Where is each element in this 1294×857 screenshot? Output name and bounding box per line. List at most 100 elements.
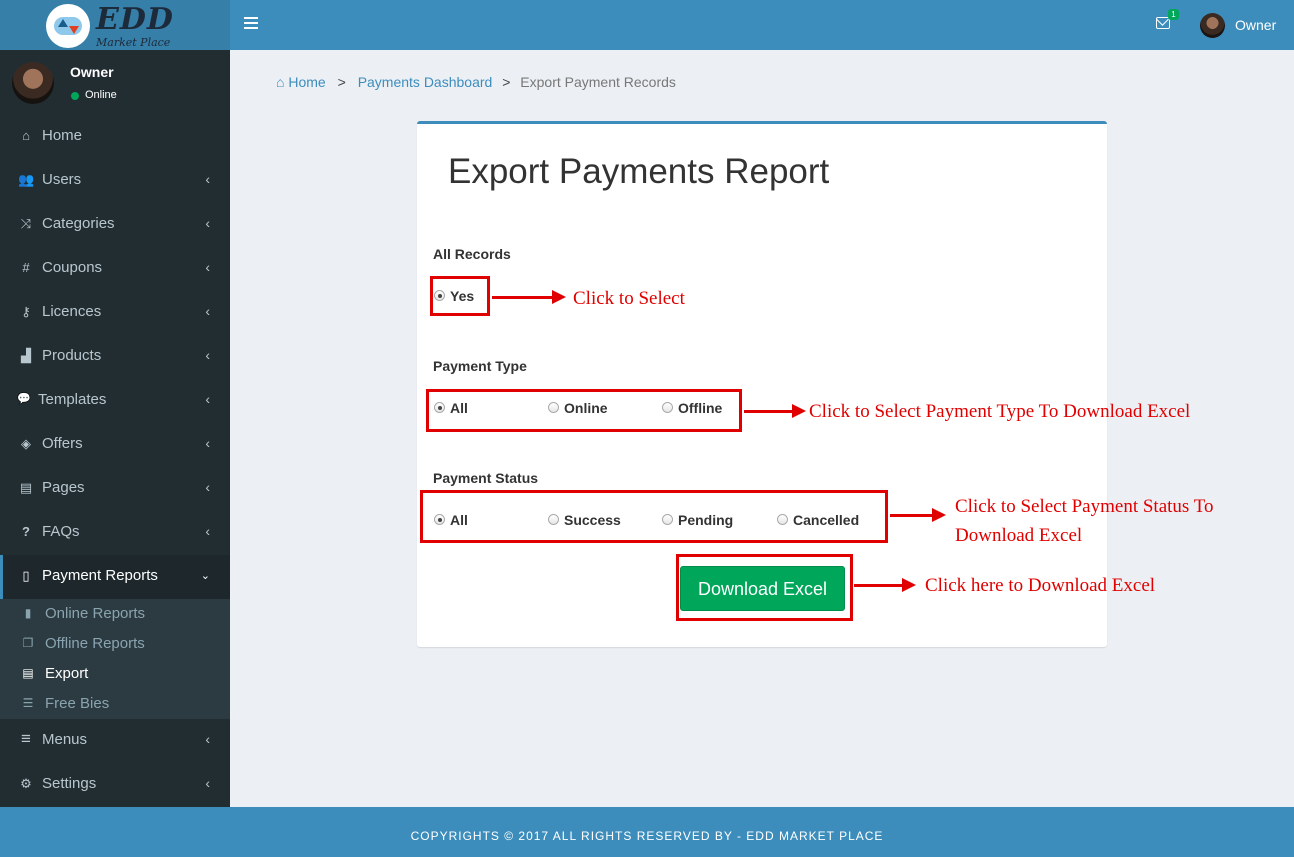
annotation-payment-type: Click to Select Payment Type To Download… [809,401,1191,422]
sidebar-item-label: Products [42,347,102,364]
sidebar: Owner Online ⌂ Home 👥 Users ‹ ⤨ Categori… [0,50,230,807]
sidebar-item-label: Menus [42,731,88,748]
tags-icon: ◈ [21,436,31,451]
sidebar-item-label: Users [42,171,82,188]
payment-type-label: Payment Type [433,358,527,374]
annotation-payment-status-line2: Download Excel [955,525,1083,546]
gear-icon: ⚙ [20,776,32,791]
sidebar-item-licences[interactable]: ⚷ Licences ‹ [0,291,230,335]
file-icon: ▮ [24,606,32,620]
sidebar-item-products[interactable]: ▟ Products ‹ [0,335,230,379]
annotation-box-payment-status [420,490,888,543]
breadcrumb: ⌂ Home > Payments Dashboard > Export Pay… [276,74,676,90]
sidebar-item-label: Categories [42,215,115,232]
online-status-icon [71,92,79,100]
sidebar-item-faqs[interactable]: ? FAQs ‹ [0,511,230,555]
chevron-left-icon: ‹ [205,731,210,747]
chevron-down-icon: ⌄ [200,570,210,582]
breadcrumb-separator: > [337,74,346,90]
annotation-box-payment-type [426,389,742,432]
logo[interactable]: EDD Market Place [0,0,230,50]
annotation-arrow [744,404,806,418]
list-alt-icon: ☰ [22,696,34,710]
chevron-left-icon: ‹ [205,215,210,231]
annotation-arrow [890,508,946,522]
user-name: Owner [70,64,114,80]
breadcrumb-home-label: Home [288,74,326,90]
annotation-arrow [854,578,916,592]
home-icon: ⌂ [22,128,30,143]
submenu-item-export[interactable]: ▤ Export [0,659,230,689]
annotation-download: Click here to Download Excel [925,575,1156,596]
sidebar-item-label: Coupons [42,259,103,276]
sidebar-item-label: Offers [42,435,83,452]
sidebar-item-label: FAQs [42,523,80,540]
sidebar-item-users[interactable]: 👥 Users ‹ [0,159,230,203]
sidebar-item-home[interactable]: ⌂ Home [0,115,230,159]
annotation-select: Click to Select [573,288,685,309]
submenu-item-label: Free Bies [45,695,110,712]
hashtag-icon: # [22,260,30,275]
payment-status-label: Payment Status [433,470,539,486]
sidebar-item-categories[interactable]: ⤨ Categories ‹ [0,203,230,247]
chevron-left-icon: ‹ [205,303,210,319]
user-panel: Owner Online [0,50,230,115]
sidebar-item-label: Settings [42,775,97,792]
header-user-name[interactable]: Owner [1235,17,1276,33]
bars-icon: ≡ [21,729,31,748]
shopping-bag-icon: ▟ [21,348,31,363]
chevron-left-icon: ‹ [205,435,210,451]
top-navbar: 1 Owner [230,0,1294,50]
sidebar-item-settings[interactable]: ⚙ Settings ‹ [0,763,230,807]
sidebar-item-label: Pages [42,479,85,496]
chevron-left-icon: ‹ [205,259,210,275]
question-icon: ? [22,524,30,539]
chevron-left-icon: ‹ [205,775,210,791]
submenu-item-offline-reports[interactable]: ❐ Offline Reports [0,629,230,659]
sidebar-item-templates[interactable]: 💬 Templates ‹ [0,379,230,423]
key-icon: ⚷ [21,304,31,319]
sidebar-item-label: Payment Reports [42,567,158,584]
sidebar-item-label: Templates [38,391,107,408]
page-title: Export Payments Report [448,152,830,191]
submenu-item-label: Export [45,665,89,682]
chevron-left-icon: ‹ [205,391,210,407]
breadcrumb-current: Export Payment Records [520,74,676,90]
sidebar-item-coupons[interactable]: # Coupons ‹ [0,247,230,291]
home-icon: ⌂ [276,74,285,90]
chevron-left-icon: ‹ [205,523,210,539]
file-text-icon: ▤ [19,480,33,495]
copy-icon: ❐ [22,636,34,650]
sidebar-item-menus[interactable]: ≡ Menus ‹ [0,719,230,763]
annotation-payment-status-line1: Click to Select Payment Status To [955,496,1214,517]
breadcrumb-separator: > [502,74,511,90]
comment-icon: 💬 [17,393,31,405]
sidebar-item-offers[interactable]: ◈ Offers ‹ [0,423,230,467]
payment-reports-submenu: ▮ Online Reports ❐ Offline Reports ▤ Exp… [0,599,230,719]
annotation-box-download [676,554,853,621]
avatar [12,62,54,104]
annotation-box-all-records [430,276,490,316]
random-icon: ⤨ [20,216,32,231]
mail-count-badge: 1 [1168,9,1179,20]
sidebar-toggle-icon[interactable] [244,17,258,29]
avatar[interactable] [1200,13,1225,38]
logo-subtitle: Market Place [96,36,171,49]
sidebar-item-payment-reports[interactable]: ▯ Payment Reports ⌄ [0,555,230,599]
submenu-item-online-reports[interactable]: ▮ Online Reports [0,599,230,629]
all-records-label: All Records [433,246,511,262]
annotation-arrow [492,290,566,304]
submenu-item-label: Offline Reports [45,635,145,652]
user-status: Online [85,89,117,101]
file-icon: ▯ [22,568,30,583]
logo-title: EDD [96,2,174,37]
breadcrumb-payments-dashboard[interactable]: Payments Dashboard [358,74,493,90]
sidebar-item-pages[interactable]: ▤ Pages ‹ [0,467,230,511]
sidebar-item-label: Licences [42,303,102,320]
footer: COPYRIGHTS © 2017 ALL RIGHTS RESERVED BY… [0,807,1294,857]
submenu-item-free-bies[interactable]: ☰ Free Bies [0,689,230,719]
users-icon: 👥 [18,172,35,187]
sidebar-item-label: Home [42,127,83,144]
submenu-item-label: Online Reports [45,605,146,622]
breadcrumb-home[interactable]: ⌂ Home [276,74,326,90]
